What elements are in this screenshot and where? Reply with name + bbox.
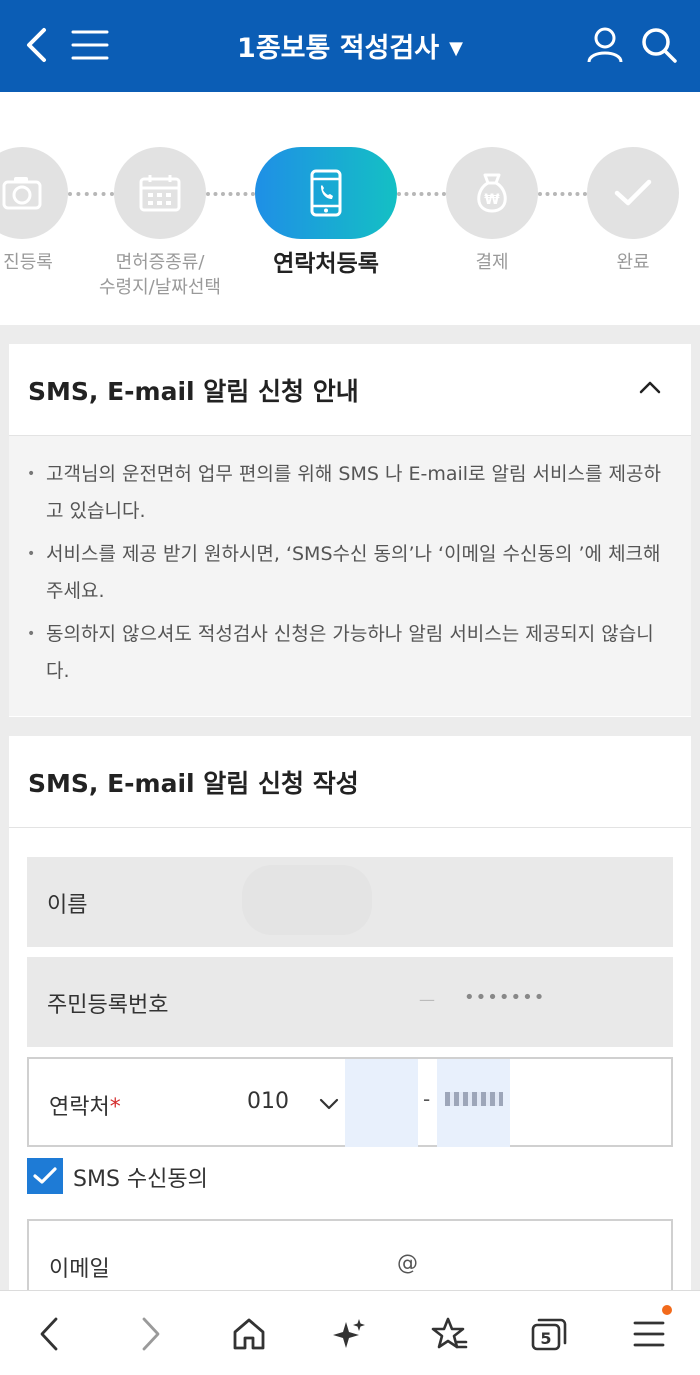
- browser-bookmarks-button[interactable]: [424, 1311, 474, 1357]
- step-photo: [0, 147, 68, 239]
- rrn-masked-value: •••••••: [464, 987, 546, 1008]
- back-icon: [40, 1317, 58, 1351]
- tabs-count: 5: [540, 1329, 551, 1348]
- phone-label-text: 연락처: [49, 1095, 110, 1120]
- browser-home-button[interactable]: [224, 1311, 274, 1357]
- user-button[interactable]: [580, 20, 630, 70]
- phone-middle-input[interactable]: [345, 1059, 418, 1147]
- calendar-icon: [139, 175, 181, 212]
- checkmark-icon: [33, 1167, 57, 1184]
- email-row: 이메일 @: [27, 1219, 673, 1290]
- name-row: 이름: [27, 857, 673, 947]
- notice-item: 고객님의 운전면허 업무 편의를 위해 SMS 나 E-mail로 알림 서비스…: [27, 456, 673, 530]
- notice-header[interactable]: SMS, E-mail 알림 신청 안내: [9, 344, 691, 436]
- svg-text:₩: ₩: [484, 192, 500, 208]
- notice-item: 서비스를 제공 받기 원하시면, ‘SMS수신 동의’나 ‘이메일 수신동의 ’…: [27, 536, 673, 610]
- browser-forward-button[interactable]: [126, 1311, 176, 1357]
- camera-icon: [2, 177, 42, 210]
- step-label-payment: 결제: [475, 252, 509, 273]
- notice-title: SMS, E-mail 알림 신청 안내: [28, 376, 359, 406]
- step-label-complete: 완료: [616, 252, 650, 273]
- browser-menu-button[interactable]: [624, 1305, 674, 1357]
- check-icon: [614, 179, 652, 206]
- rrn-separator: —: [419, 990, 435, 1009]
- phone-icon: [310, 169, 342, 217]
- step-connector: [206, 192, 255, 196]
- bookmark-star-icon: [431, 1317, 468, 1349]
- sparkle-icon: [333, 1319, 365, 1348]
- browser-ai-button[interactable]: [324, 1311, 374, 1357]
- step-label-contact: 연락처등록: [273, 251, 379, 277]
- rrn-label: 주민등록번호: [47, 993, 169, 1018]
- email-local-input[interactable]: [209, 1236, 394, 1290]
- browser-bottom-bar: 5: [0, 1290, 700, 1375]
- email-at-sign: @: [397, 1251, 418, 1275]
- name-value-redacted: [242, 865, 372, 935]
- browser-back-button[interactable]: [24, 1311, 74, 1357]
- user-icon: [587, 27, 623, 63]
- phone-prefix-select[interactable]: 010: [229, 1079, 344, 1127]
- step-complete: [587, 147, 679, 239]
- home-icon: [233, 1318, 265, 1350]
- chevron-up-icon[interactable]: [639, 380, 661, 394]
- phone-label: 연락처*: [49, 1089, 121, 1121]
- phone-dash: -: [423, 1087, 431, 1111]
- email-label: 이메일: [49, 1257, 110, 1282]
- money-bag-icon: ₩: [477, 173, 507, 213]
- chevron-down-icon: [319, 1098, 339, 1110]
- form-card: SMS, E-mail 알림 신청 작성 이름 주민등록번호 — •••••••…: [9, 736, 691, 1290]
- title-dropdown-caret-icon: ▼: [449, 38, 463, 59]
- step-label-license-type: 면허증종류/ 수령지/날짜선택: [99, 252, 221, 298]
- rrn-row: 주민등록번호 — •••••••: [27, 957, 673, 1047]
- forward-icon: [142, 1317, 160, 1351]
- notice-item: 동의하지 않으셔도 적성검사 신청은 가능하나 알림 서비스는 제공되지 않습니…: [27, 616, 673, 690]
- search-icon: [642, 28, 677, 63]
- search-button[interactable]: [634, 20, 684, 70]
- form-title: SMS, E-mail 알림 신청 작성: [28, 768, 359, 798]
- step-license-type: [114, 147, 206, 239]
- page-title-text: 1종보통 적성검사: [237, 33, 440, 64]
- sms-consent-label[interactable]: SMS 수신동의: [73, 1161, 208, 1193]
- sms-consent-checkbox[interactable]: [27, 1158, 63, 1194]
- step-connector: [397, 192, 446, 196]
- step-indicator: ₩ 진등록 면허증종류/ 수령지/날짜선택 연락처등록 결제 완료: [0, 92, 700, 325]
- name-label: 이름: [47, 893, 88, 918]
- step-connector: [68, 192, 114, 196]
- step-contact-active: [255, 147, 397, 239]
- form-header: SMS, E-mail 알림 신청 작성: [9, 736, 691, 828]
- phone-last-redacted: [445, 1092, 503, 1106]
- notice-card: SMS, E-mail 알림 신청 안내 고객님의 운전면허 업무 편의를 위해…: [9, 344, 691, 717]
- notification-dot: [662, 1305, 672, 1315]
- step-payment: ₩: [446, 147, 538, 239]
- tabs-icon: 5: [531, 1318, 567, 1351]
- phone-row: 연락처* 010 -: [27, 1057, 673, 1147]
- menu-icon: [633, 1321, 665, 1347]
- browser-tabs-button[interactable]: 5: [524, 1311, 574, 1357]
- phone-prefix-value: 010: [247, 1089, 289, 1114]
- email-domain-input[interactable]: [429, 1236, 659, 1290]
- step-connector: [538, 192, 587, 196]
- notice-body: 고객님의 운전면허 업무 편의를 위해 SMS 나 E-mail로 알림 서비스…: [9, 436, 691, 716]
- required-asterisk: *: [109, 1095, 121, 1120]
- app-header: 1종보통 적성검사 ▼: [0, 0, 700, 92]
- phone-last-input[interactable]: [437, 1059, 510, 1147]
